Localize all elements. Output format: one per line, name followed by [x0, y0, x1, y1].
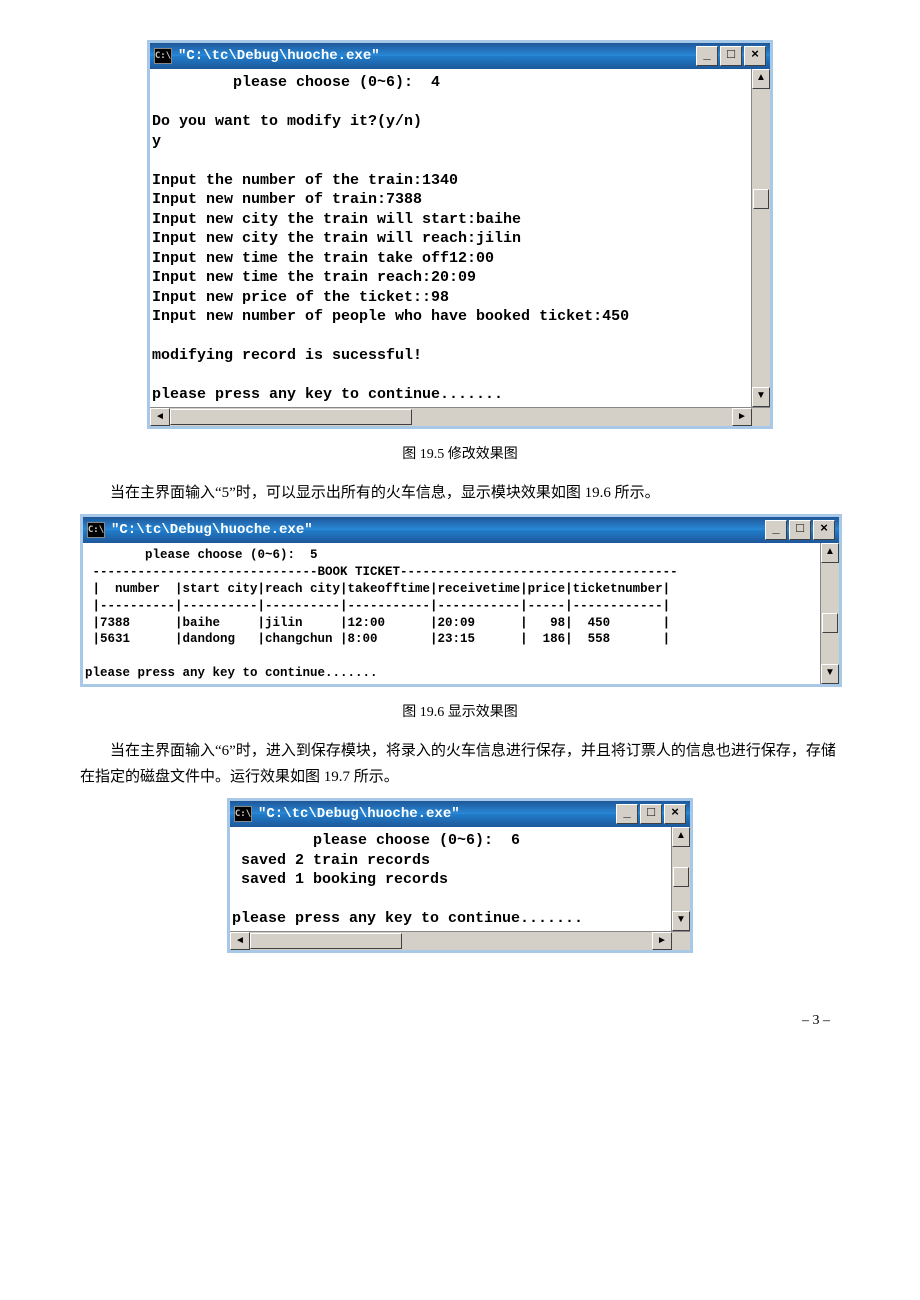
scroll-thumb[interactable]	[753, 189, 769, 209]
scroll-up-button[interactable]: ▲	[821, 543, 839, 563]
maximize-button[interactable]: □	[789, 520, 811, 540]
maximize-button[interactable]: □	[640, 804, 662, 824]
paragraph-save-module: 当在主界面输入“6”时，进入到保存模块，将录入的火车信息进行保存，并且将订票人的…	[80, 739, 840, 790]
scroll-left-button[interactable]: ◄	[150, 408, 170, 426]
window-controls: _ □ ×	[694, 46, 766, 66]
minimize-button[interactable]: _	[765, 520, 787, 540]
horizontal-scrollbar[interactable]: ◄ ►	[230, 931, 690, 950]
page-number: – 3 –	[80, 1013, 840, 1029]
cmd-icon: C:\	[234, 806, 252, 822]
scroll-down-button[interactable]: ▼	[821, 664, 839, 684]
title-bar: C:\ "C:\tc\Debug\huoche.exe" _ □ ×	[230, 801, 690, 827]
window-controls: _ □ ×	[763, 520, 835, 540]
paragraph-display-module: 当在主界面输入“5”时，可以显示出所有的火车信息，显示模块效果如图 19.6 所…	[80, 481, 840, 507]
resize-corner[interactable]	[752, 408, 770, 424]
minimize-button[interactable]: _	[696, 46, 718, 66]
scroll-thumb[interactable]	[822, 613, 838, 633]
scroll-right-button[interactable]: ►	[732, 408, 752, 426]
console-window-modify: C:\ "C:\tc\Debug\huoche.exe" _ □ × pleas…	[147, 40, 773, 429]
close-button[interactable]: ×	[744, 46, 766, 66]
title-bar: C:\ "C:\tc\Debug\huoche.exe" _ □ ×	[83, 517, 839, 543]
window-controls: _ □ ×	[614, 804, 686, 824]
hscroll-thumb[interactable]	[250, 933, 402, 949]
vertical-scrollbar[interactable]: ▲ ▼	[671, 827, 690, 931]
scroll-up-button[interactable]: ▲	[672, 827, 690, 847]
window-title: "C:\tc\Debug\huoche.exe"	[258, 806, 460, 822]
maximize-button[interactable]: □	[720, 46, 742, 66]
scroll-right-button[interactable]: ►	[652, 932, 672, 950]
close-button[interactable]: ×	[813, 520, 835, 540]
console-window-save: C:\ "C:\tc\Debug\huoche.exe" _ □ × pleas…	[227, 798, 693, 953]
scroll-up-button[interactable]: ▲	[752, 69, 770, 89]
console-output: please choose (0~6): 5 -----------------…	[83, 543, 820, 684]
console-output: please choose (0~6): 4 Do you want to mo…	[150, 69, 751, 407]
minimize-button[interactable]: _	[616, 804, 638, 824]
window-title: "C:\tc\Debug\huoche.exe"	[111, 522, 313, 538]
cmd-icon: C:\	[154, 48, 172, 64]
close-button[interactable]: ×	[664, 804, 686, 824]
figure-caption-19-5: 图 19.5 修改效果图	[80, 443, 840, 463]
horizontal-scrollbar[interactable]: ◄ ►	[150, 407, 770, 426]
resize-corner[interactable]	[672, 932, 690, 948]
scroll-down-button[interactable]: ▼	[752, 387, 770, 407]
console-window-display: C:\ "C:\tc\Debug\huoche.exe" _ □ × pleas…	[80, 514, 842, 687]
hscroll-thumb[interactable]	[170, 409, 412, 425]
window-title: "C:\tc\Debug\huoche.exe"	[178, 48, 380, 64]
figure-caption-19-6: 图 19.6 显示效果图	[80, 701, 840, 721]
vertical-scrollbar[interactable]: ▲ ▼	[820, 543, 839, 684]
cmd-icon: C:\	[87, 522, 105, 538]
title-bar: C:\ "C:\tc\Debug\huoche.exe" _ □ ×	[150, 43, 770, 69]
vertical-scrollbar[interactable]: ▲ ▼	[751, 69, 770, 407]
scroll-thumb[interactable]	[673, 867, 689, 887]
scroll-left-button[interactable]: ◄	[230, 932, 250, 950]
scroll-down-button[interactable]: ▼	[672, 911, 690, 931]
console-output: please choose (0~6): 6 saved 2 train rec…	[230, 827, 671, 931]
